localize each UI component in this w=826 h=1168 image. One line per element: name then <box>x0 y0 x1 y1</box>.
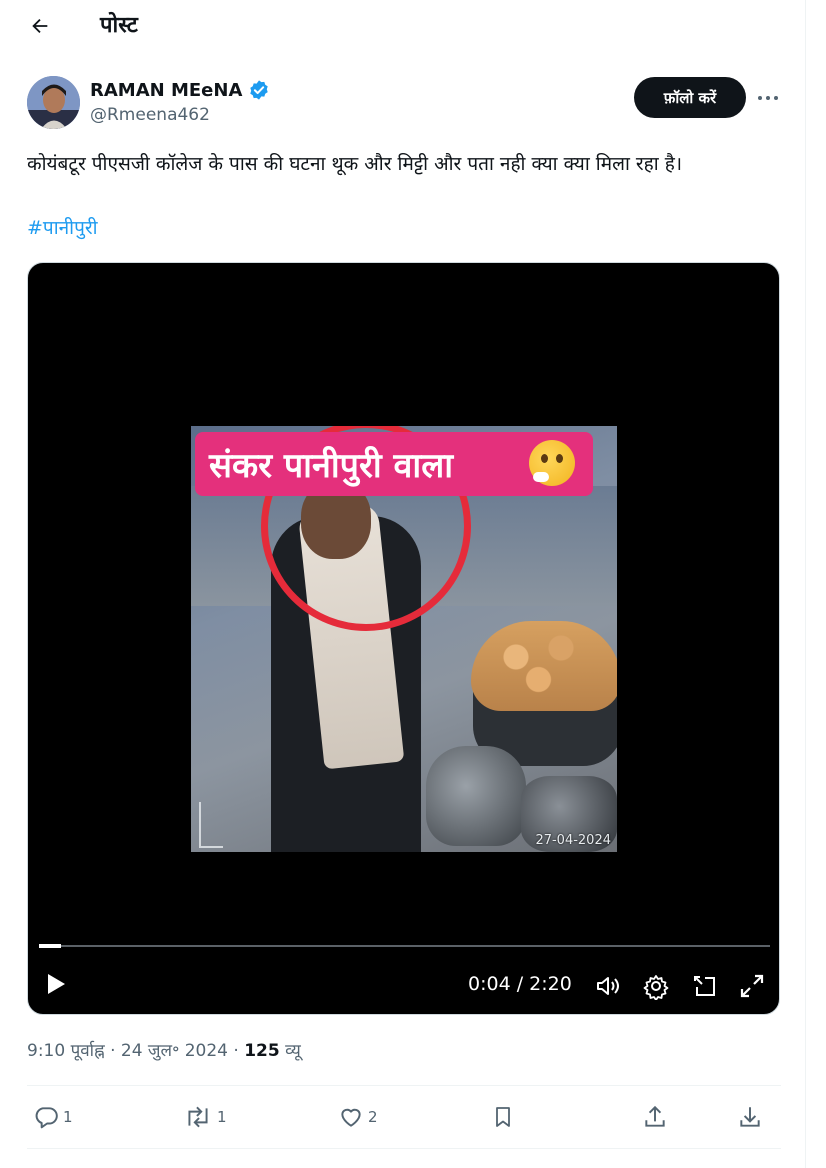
top-bar: पोस्ट <box>0 0 806 52</box>
verified-badge-icon <box>250 80 269 100</box>
post-meta: 9:10 पूर्वाह्न · 24 जुल॰ 2024 · 125 व्यू <box>27 1041 301 1061</box>
video-player[interactable]: संकर पानीपुरी वाला 27-04-2024 0:04 / 2:2… <box>27 262 780 1015</box>
picture-in-picture-icon <box>694 976 715 996</box>
video-frame: संकर पानीपुरी वाला 27-04-2024 <box>191 426 617 852</box>
like-button[interactable]: 2 <box>338 1100 378 1134</box>
share-button[interactable] <box>642 1100 668 1134</box>
divider-top <box>27 1085 781 1086</box>
video-progress-fill <box>39 944 61 948</box>
repost-button[interactable]: 1 <box>183 1100 227 1134</box>
reply-button[interactable]: 1 <box>33 1100 73 1134</box>
hashtag-link[interactable]: #पानीपुरी <box>27 214 98 240</box>
views-count: 125 <box>244 1041 280 1061</box>
panipuri-basket <box>471 621 617 711</box>
bookmark-button[interactable] <box>491 1100 515 1134</box>
fullscreen-button[interactable] <box>738 972 766 1000</box>
picture-in-picture-button[interactable] <box>691 972 719 1000</box>
settings-button[interactable] <box>642 972 670 1001</box>
avatar[interactable] <box>27 76 80 129</box>
share-icon <box>645 1105 665 1127</box>
play-icon <box>48 974 65 994</box>
author-handle[interactable]: @Rmeena462 <box>90 105 210 125</box>
repost-count: 1 <box>217 1108 227 1126</box>
camera-frame-corner <box>199 802 223 848</box>
arrow-left-icon <box>32 18 48 34</box>
bookmark-icon <box>496 1107 510 1127</box>
reply-count: 1 <box>63 1108 73 1126</box>
download-icon <box>740 1107 760 1127</box>
video-date-stamp: 27-04-2024 <box>535 833 611 848</box>
views-label: व्यू <box>285 1041 301 1061</box>
post-column: पोस्ट RAMAN MEeNA @Rmeena462 फ़ॉलो करें … <box>0 0 806 1168</box>
download-button[interactable] <box>737 1100 763 1134</box>
back-button[interactable] <box>22 8 58 44</box>
gear-icon <box>643 975 669 1001</box>
heart-icon <box>341 1108 361 1127</box>
water-pot <box>426 746 526 846</box>
play-button[interactable] <box>44 971 72 1001</box>
author-name[interactable]: RAMAN MEeNA <box>90 79 270 101</box>
thinking-face-emoji-icon <box>529 440 575 486</box>
post-text: कोयंबटूर पीएसजी कॉलेज के पास की घटना थूक… <box>27 153 683 175</box>
video-caption-banner: संकर पानीपुरी वाला <box>195 432 593 496</box>
divider-bottom <box>27 1148 781 1149</box>
volume-icon <box>597 977 619 995</box>
video-progress-bar[interactable] <box>39 944 770 948</box>
reply-icon <box>35 1107 58 1129</box>
repost-icon <box>188 1106 208 1128</box>
follow-button[interactable]: फ़ॉलो करें <box>634 77 746 118</box>
more-icon <box>758 96 778 100</box>
volume-button[interactable] <box>594 972 622 1000</box>
more-options-button[interactable] <box>752 84 784 112</box>
page-title: पोस्ट <box>100 13 138 38</box>
author-name-text: RAMAN MEeNA <box>90 79 243 101</box>
post-date[interactable]: 24 जुल॰ 2024 <box>121 1041 228 1061</box>
expand-icon <box>740 974 764 998</box>
avatar-image <box>27 76 80 129</box>
post-time[interactable]: 9:10 पूर्वाह्न <box>27 1041 105 1061</box>
video-caption-text: संकर पानीपुरी वाला <box>209 446 454 486</box>
video-time: 0:04 / 2:20 <box>468 973 572 995</box>
like-count: 2 <box>368 1108 378 1126</box>
